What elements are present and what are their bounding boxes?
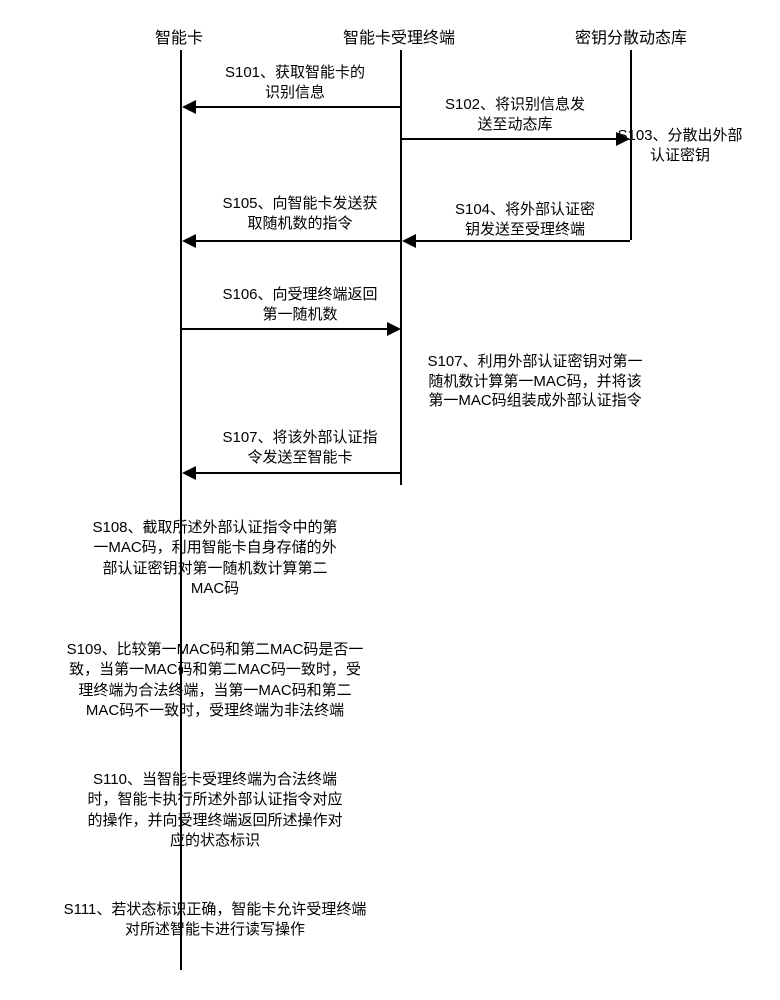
arrow-s101	[194, 106, 401, 108]
arrow-head-s106	[387, 322, 401, 336]
participant-terminal: 智能卡受理终端	[343, 24, 455, 48]
arrow-s107b	[194, 472, 401, 474]
msg-s107b: S107、将该外部认证指令发送至智能卡	[200, 428, 400, 467]
arrow-head-s107b	[182, 466, 196, 480]
arrow-s106	[182, 328, 389, 330]
msg-s110: S110、当智能卡受理终端为合法终端时，智能卡执行所述外部认证指令对应的操作，并…	[50, 770, 380, 851]
arrow-head-s101	[182, 100, 196, 114]
msg-s105: S105、向智能卡发送获取随机数的指令	[200, 194, 400, 233]
arrow-head-s104	[402, 234, 416, 248]
arrow-s104	[414, 240, 630, 242]
msg-s104: S104、将外部认证密钥发送至受理终端	[430, 200, 620, 239]
msg-s101: S101、获取智能卡的识别信息	[205, 63, 385, 102]
msg-s108: S108、截取所述外部认证指令中的第一MAC码，利用智能卡自身存储的外部认证密钥…	[50, 518, 380, 599]
participant-smartcard: 智能卡	[155, 24, 203, 48]
arrow-head-s105	[182, 234, 196, 248]
msg-s106: S106、向受理终端返回第一随机数	[200, 285, 400, 324]
arrow-s105	[194, 240, 401, 242]
msg-s111: S111、若状态标识正确，智能卡允许受理终端对所述智能卡进行读写操作	[15, 900, 415, 941]
msg-s102: S102、将识别信息发送至动态库	[420, 95, 610, 134]
msg-s103: S103、分散出外部认证密钥	[600, 126, 760, 165]
msg-s109: S109、比较第一MAC码和第二MAC码是否一致，当第一MAC码和第二MAC码一…	[30, 640, 400, 721]
lifeline-terminal	[400, 50, 402, 485]
participant-library: 密钥分散动态库	[575, 24, 687, 48]
arrow-s102	[402, 138, 618, 140]
msg-s107a: S107、利用外部认证密钥对第一随机数计算第一MAC码，并将该第一MAC码组装成…	[395, 352, 675, 411]
